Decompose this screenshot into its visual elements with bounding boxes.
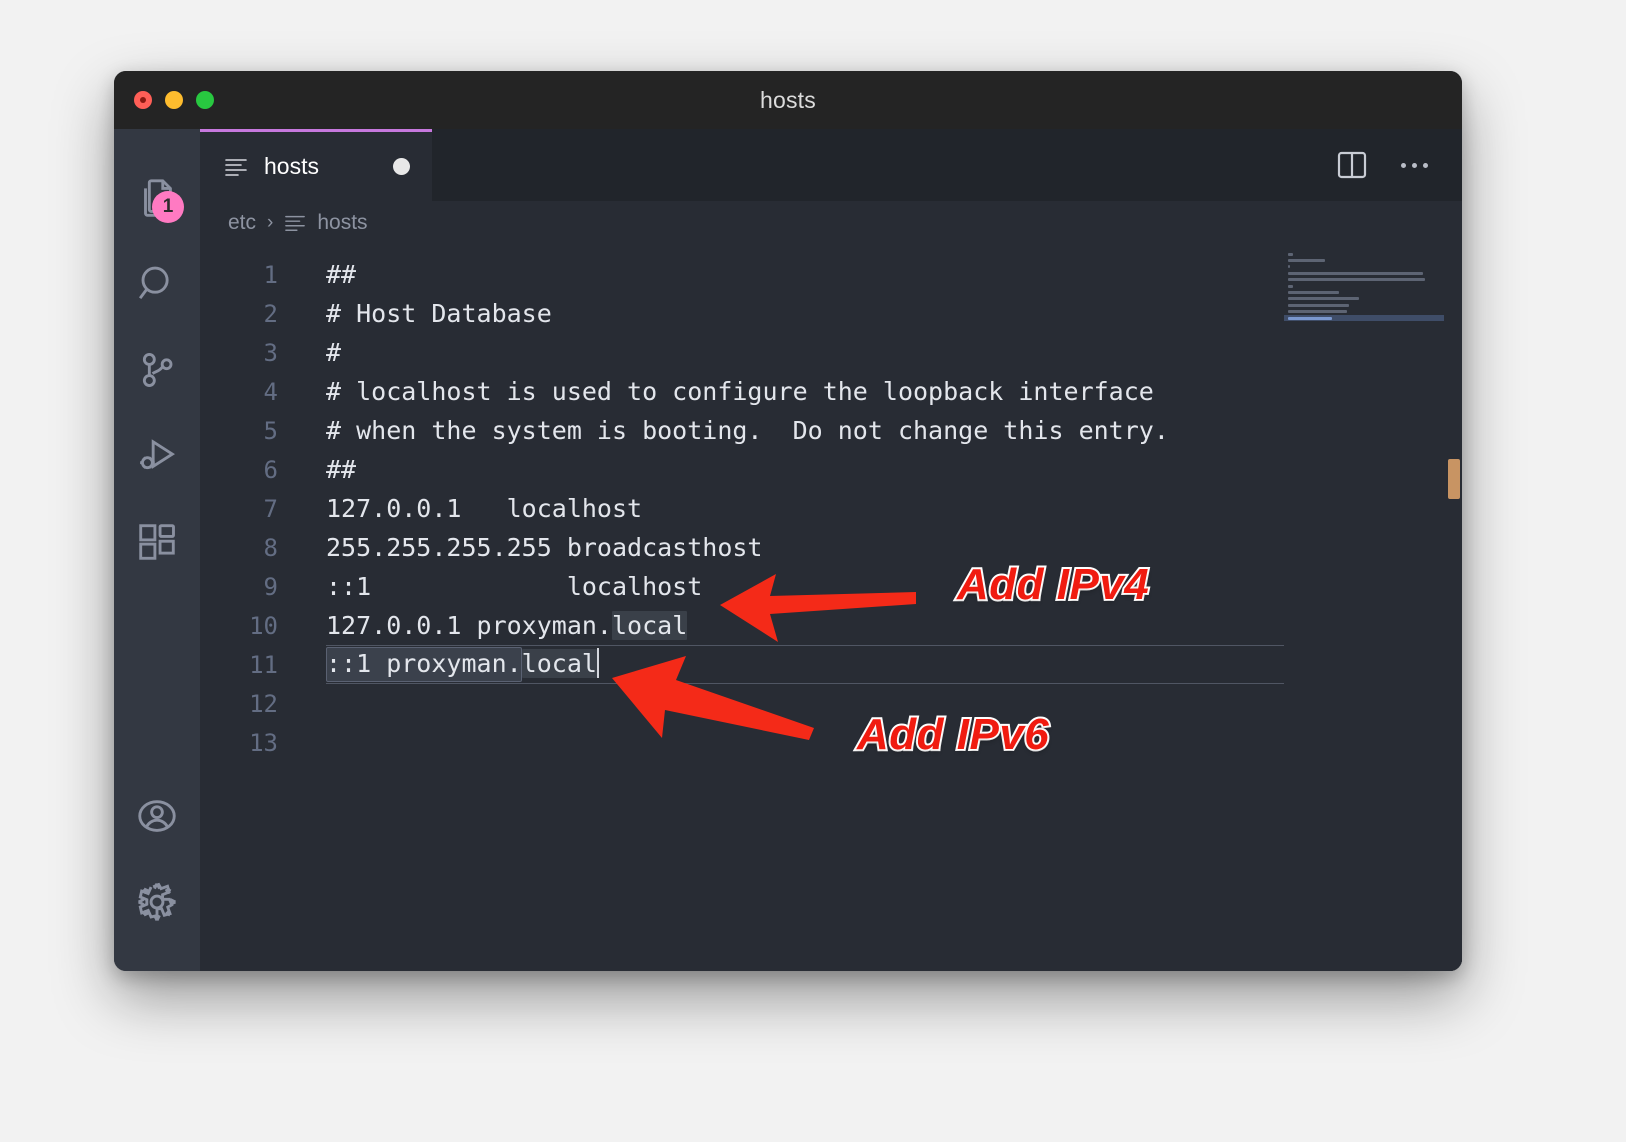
screenshot-root: hosts 1 hosts etc › hosts 1 ## 2 # Host … [0,0,1626,1142]
code-line[interactable]: 1 ## [200,255,1462,294]
account-icon [138,800,176,832]
code-text: 127.0.0.1 localhost [326,494,643,523]
sidebar-item-accounts[interactable] [114,773,200,859]
window-title: hosts [760,86,816,113]
line-number: 3 [263,338,278,367]
arrow-to-ipv4-line [720,574,916,642]
editor-actions [1337,129,1462,201]
code-content: 1 ## 2 # Host Database 3 #4 # localhost is use… [200,245,1462,762]
gear-icon [137,882,177,922]
breadcrumb-folder[interactable]: etc [228,211,256,235]
code-text: # localhost is used to configure the loo… [326,377,1154,406]
tab-hosts[interactable]: hosts [200,129,432,201]
minimap-line-bar [1288,316,1333,320]
minimap[interactable] [1284,245,1444,971]
code-text: ## [326,455,357,484]
tab-label: hosts [264,153,319,179]
code-line[interactable]: 7 127.0.0.1 localhost [200,489,1462,528]
extensions-icon [139,524,175,560]
minimap-line-bar [1288,271,1423,275]
code-text: # [326,338,342,367]
code-line[interactable]: 3 # [200,333,1462,372]
code-line[interactable]: 5 # when the system is booting. Do not ch… [200,411,1462,450]
scrollbar-cursor-marker [1448,459,1460,499]
code-line[interactable]: 11::1 proxyman.local [200,645,1462,684]
annotation-add-ipv4: Add IPv4 [955,558,1151,611]
minimize-button[interactable] [165,91,183,109]
minimap-line-bar [1288,252,1293,256]
code-line[interactable]: 6 ## [200,450,1462,489]
file-text-icon [225,158,247,176]
arrow-to-ipv6-line [612,656,814,740]
minimap-line-bar [1288,278,1426,282]
tab-dirty-indicator[interactable] [393,158,410,175]
zoom-button[interactable] [196,91,214,109]
ellipsis-icon [1401,162,1428,168]
line-number: 11 [249,650,278,679]
explorer-badge: 1 [152,191,184,223]
line-number: 7 [263,494,278,523]
word-occurrence-highlight: local [611,611,688,640]
source-control-icon [142,353,173,387]
code-text: # Host Database [326,299,552,328]
split-editor-button[interactable] [1337,151,1367,179]
code-line[interactable]: 13 [200,723,1462,762]
activity-bar: 1 [114,129,200,971]
code-line[interactable]: 2 # Host Database [200,294,1462,333]
line-number: 12 [249,689,278,718]
text-cursor [596,648,599,678]
editor-group: hosts etc › hosts 1 ## 2 # Host Database… [200,129,1462,971]
file-text-icon [285,215,306,231]
line-number: 8 [263,533,278,562]
line-number: 13 [249,728,278,757]
breadcrumb-separator-icon: › [267,212,274,233]
sidebar-item-settings[interactable] [114,859,200,945]
minimap-line-bar [1288,291,1340,295]
minimap-line-bar [1288,284,1293,288]
search-icon [138,266,169,300]
breadcrumb: etc › hosts [200,201,1462,245]
code-text: ## [326,260,357,289]
minimap-line-bar [1288,259,1325,263]
line-number: 2 [263,299,278,328]
sidebar-item-run-and-debug[interactable] [114,413,200,499]
annotation-add-ipv6: Add IPv6 [855,708,1051,761]
run-debug-icon [140,439,176,470]
sidebar-item-extensions[interactable] [114,499,200,585]
word-occurrence-highlight: local [521,649,597,678]
sidebar-item-search[interactable] [114,241,200,327]
code-line[interactable]: 4 # localhost is used to configure the lo… [200,372,1462,411]
breadcrumb-file[interactable]: hosts [317,211,367,235]
minimap-line-bar [1288,265,1291,269]
minimap-line [1284,328,1444,334]
line-number: 5 [263,416,278,445]
sidebar-item-explorer[interactable]: 1 [114,155,200,241]
window-body: 1 hosts etc › hosts 1 ## 2 # Host Databa… [114,129,1462,971]
code-text: 127.0.0.1 proxyman.local [326,611,688,640]
line-number: 6 [263,455,278,484]
editor-scrollbar[interactable] [1444,245,1462,971]
more-actions-button[interactable] [1401,162,1428,168]
line-number: 1 [263,260,278,289]
minimap-line-bar [1288,303,1350,307]
sidebar-item-source-control[interactable] [114,327,200,413]
split-editor-icon [1337,151,1367,179]
code-text: ::1 proxyman.local [326,648,599,678]
title-bar: hosts [114,71,1462,129]
line-number: 10 [249,611,278,640]
code-text: 255.255.255.255 broadcasthost [326,533,763,562]
minimap-line-bar [1288,297,1360,301]
traffic-lights [134,91,214,109]
vscode-window: hosts 1 hosts etc › hosts 1 ## 2 # Host … [114,71,1462,971]
line-number: 4 [263,377,278,406]
close-button[interactable] [134,91,152,109]
code-text: # when the system is booting. Do not cha… [326,416,1169,445]
editor-tab-bar: hosts [200,129,1462,201]
code-text: ::1 localhost [326,572,703,601]
minimap-line-bar [1288,310,1347,314]
code-line[interactable]: 12 [200,684,1462,723]
line-number: 9 [263,572,278,601]
